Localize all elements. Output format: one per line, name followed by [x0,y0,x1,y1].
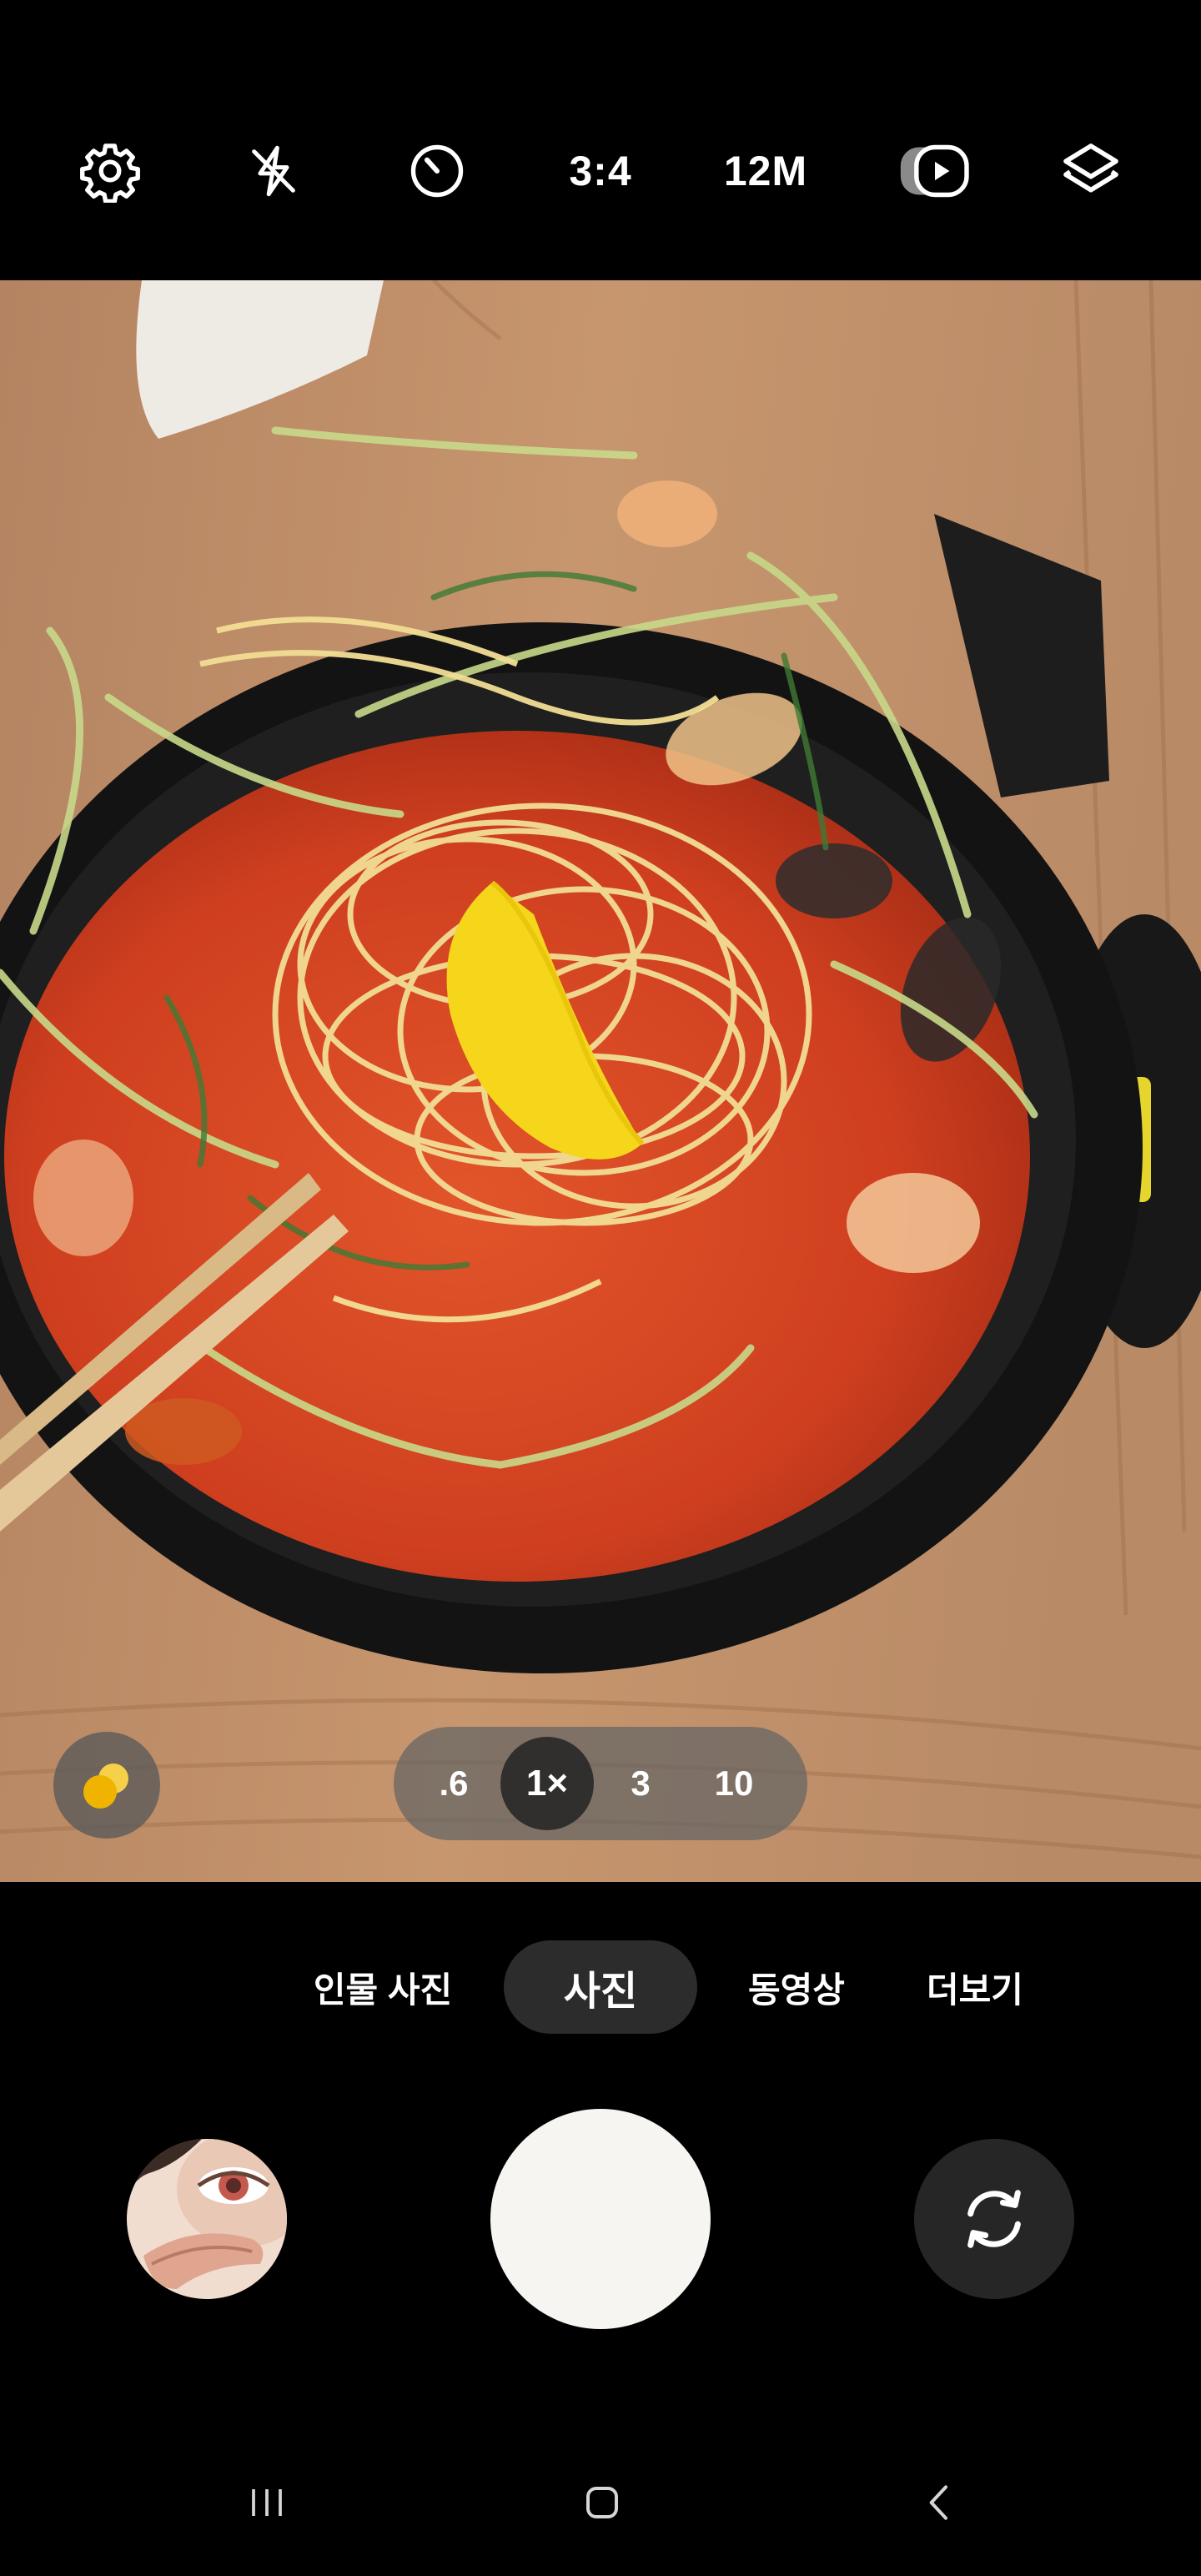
back-button[interactable] [889,2453,989,2553]
zoom-option-10x[interactable]: 10 [687,1737,781,1830]
gallery-thumbnail-image [127,2139,287,2299]
top-toolbar: 3:4 12M [0,0,1201,280]
resolution-button[interactable]: 12M [699,117,832,225]
mode-photo[interactable]: 사진 [504,1940,697,2034]
filters-button[interactable] [1041,117,1141,225]
switch-camera-button[interactable] [914,2139,1074,2299]
system-navigation-bar [0,2419,1201,2576]
aspect-ratio-label: 3:4 [569,148,632,194]
zoom-option-0.6[interactable]: .6 [407,1737,500,1830]
flash-button[interactable] [224,117,324,225]
camera-preview-image [0,280,1201,1882]
zoom-option-3x[interactable]: 3 [594,1737,687,1830]
back-icon [929,2485,947,2520]
effects-icon [83,1763,128,1809]
home-button[interactable] [552,2453,652,2553]
mode-more[interactable]: 더보기 [912,1940,1038,2034]
recents-button[interactable] [217,2453,317,2553]
gear-icon [80,143,140,203]
timer-icon [410,144,464,198]
mode-portrait[interactable]: 인물 사진 [295,1940,470,2034]
aspect-ratio-button[interactable]: 3:4 [534,117,667,225]
home-icon [586,2487,618,2518]
layers-icon [1063,143,1118,193]
shutter-button[interactable] [490,2109,711,2329]
camera-viewfinder[interactable]: .6 1× 3 10 [0,280,1201,1882]
timer-button[interactable] [387,117,487,225]
settings-button[interactable] [60,117,160,225]
gallery-thumbnail[interactable] [127,2139,287,2299]
zoom-option-1x[interactable]: 1× [500,1737,594,1830]
mode-video[interactable]: 동영상 [734,1940,859,2034]
recents-icon [252,2489,282,2516]
motion-photo-button[interactable] [881,117,989,225]
flash-off-icon [252,145,295,197]
resolution-label: 12M [723,148,808,194]
zoom-selector: .6 1× 3 10 [394,1727,807,1840]
motion-photo-icon [900,144,969,198]
camera-mode-selector: 인물 사진 사진 동영상 더보기 [0,1882,1201,2090]
effects-button[interactable] [53,1732,160,1839]
switch-camera-icon [967,2190,1021,2248]
